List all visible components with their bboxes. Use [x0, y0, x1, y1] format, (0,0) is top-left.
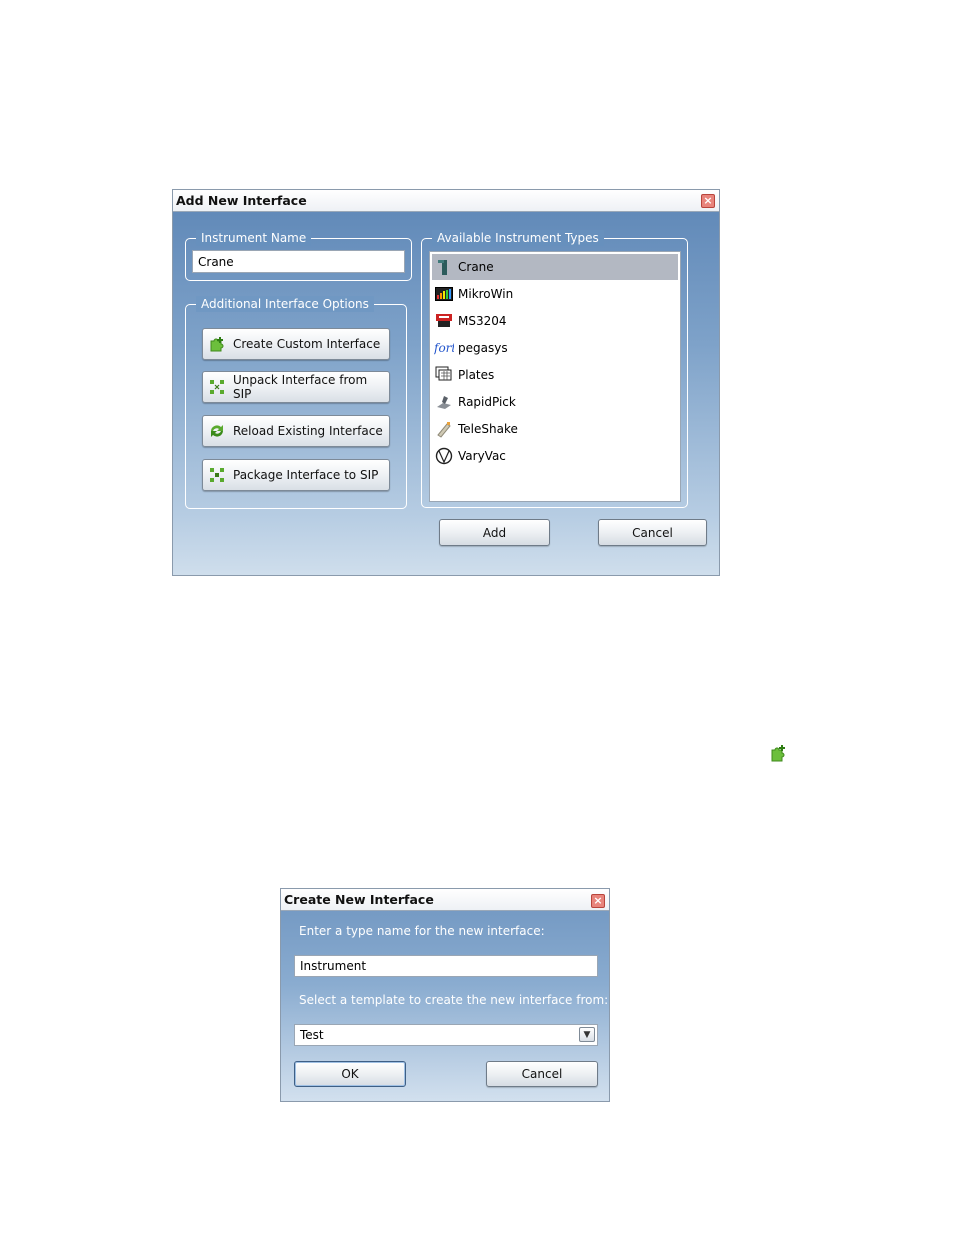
- list-item-label: MikroWin: [458, 287, 514, 301]
- rapidpick-icon: [434, 392, 454, 412]
- puzzle-add-icon: [207, 334, 227, 354]
- list-item-label: TeleShake: [458, 422, 518, 436]
- template-selected-value: Test: [300, 1028, 324, 1042]
- reload-interface-button[interactable]: Reload Existing Interface: [202, 415, 390, 447]
- list-item-varyvac[interactable]: VaryVac: [432, 443, 678, 469]
- instrument-types-group: Available Instrument Types Crane MikroWi…: [421, 230, 688, 508]
- list-item-pegasys[interactable]: forte pegasys: [432, 335, 678, 361]
- mikrowin-icon: [434, 284, 454, 304]
- instrument-name-input[interactable]: Crane: [192, 250, 405, 273]
- reload-icon: [207, 421, 227, 441]
- list-item-label: Crane: [458, 260, 494, 274]
- list-item-label: MS3204: [458, 314, 507, 328]
- instrument-name-legend: Instrument Name: [196, 230, 312, 246]
- list-item-label: Plates: [458, 368, 495, 382]
- instrument-name-group: Instrument Name Crane: [185, 230, 412, 281]
- instrument-types-list[interactable]: Crane MikroWin MS3204 forte: [429, 251, 681, 502]
- reload-interface-label: Reload Existing Interface: [233, 424, 383, 438]
- template-select[interactable]: Test ▼: [294, 1024, 598, 1046]
- plates-icon: [434, 365, 454, 385]
- type-name-prompt: Enter a type name for the new interface:: [299, 924, 545, 938]
- list-item-rapidpick[interactable]: RapidPick: [432, 389, 678, 415]
- svg-text:forte: forte: [434, 341, 454, 355]
- package-icon: [207, 465, 227, 485]
- unpack-interface-button[interactable]: Unpack Interface from SIP: [202, 371, 390, 403]
- cancel-button[interactable]: Cancel: [486, 1061, 598, 1087]
- create-new-interface-dialog: Create New Interface × Enter a type name…: [280, 888, 610, 1102]
- chevron-down-icon[interactable]: ▼: [579, 1027, 595, 1042]
- teleshake-icon: [434, 419, 454, 439]
- list-item-label: pegasys: [458, 341, 508, 355]
- dialog-title-bar: Add New Interface ×: [173, 190, 719, 212]
- dialog-title: Add New Interface: [176, 193, 307, 208]
- ok-button[interactable]: OK: [294, 1061, 406, 1087]
- list-item-ms3204[interactable]: MS3204: [432, 308, 678, 334]
- puzzle-add-icon: [769, 743, 789, 763]
- ms3204-icon: [434, 311, 454, 331]
- package-interface-label: Package Interface to SIP: [233, 468, 379, 482]
- crane-icon: [434, 257, 454, 277]
- dialog-title-bar: Create New Interface ×: [281, 889, 609, 911]
- unpack-icon: [207, 377, 227, 397]
- list-item-crane[interactable]: Crane: [432, 254, 678, 280]
- cancel-button[interactable]: Cancel: [598, 519, 707, 546]
- additional-options-group: Additional Interface Options Create Cust…: [185, 296, 407, 509]
- list-item-label: VaryVac: [458, 449, 506, 463]
- list-item-label: RapidPick: [458, 395, 516, 409]
- instrument-types-legend: Available Instrument Types: [432, 230, 604, 246]
- close-icon[interactable]: ×: [701, 194, 715, 208]
- close-icon[interactable]: ×: [591, 894, 605, 908]
- list-item-teleshake[interactable]: TeleShake: [432, 416, 678, 442]
- varyvac-icon: [434, 446, 454, 466]
- add-button[interactable]: Add: [439, 519, 550, 546]
- list-item-plates[interactable]: Plates: [432, 362, 678, 388]
- list-item-mikrowin[interactable]: MikroWin: [432, 281, 678, 307]
- unpack-interface-label: Unpack Interface from SIP: [232, 373, 368, 401]
- create-custom-interface-label: Create Custom Interface: [233, 337, 381, 351]
- create-custom-interface-button[interactable]: Create Custom Interface: [202, 328, 390, 360]
- type-name-input[interactable]: Instrument: [294, 955, 598, 977]
- forte-icon: forte: [434, 338, 454, 358]
- additional-options-legend: Additional Interface Options: [196, 296, 374, 312]
- package-interface-button[interactable]: Package Interface to SIP: [202, 459, 390, 491]
- add-new-interface-dialog: Add New Interface × Instrument Name Cran…: [172, 189, 720, 576]
- dialog-title: Create New Interface: [284, 892, 434, 907]
- template-prompt: Select a template to create the new inte…: [299, 993, 609, 1007]
